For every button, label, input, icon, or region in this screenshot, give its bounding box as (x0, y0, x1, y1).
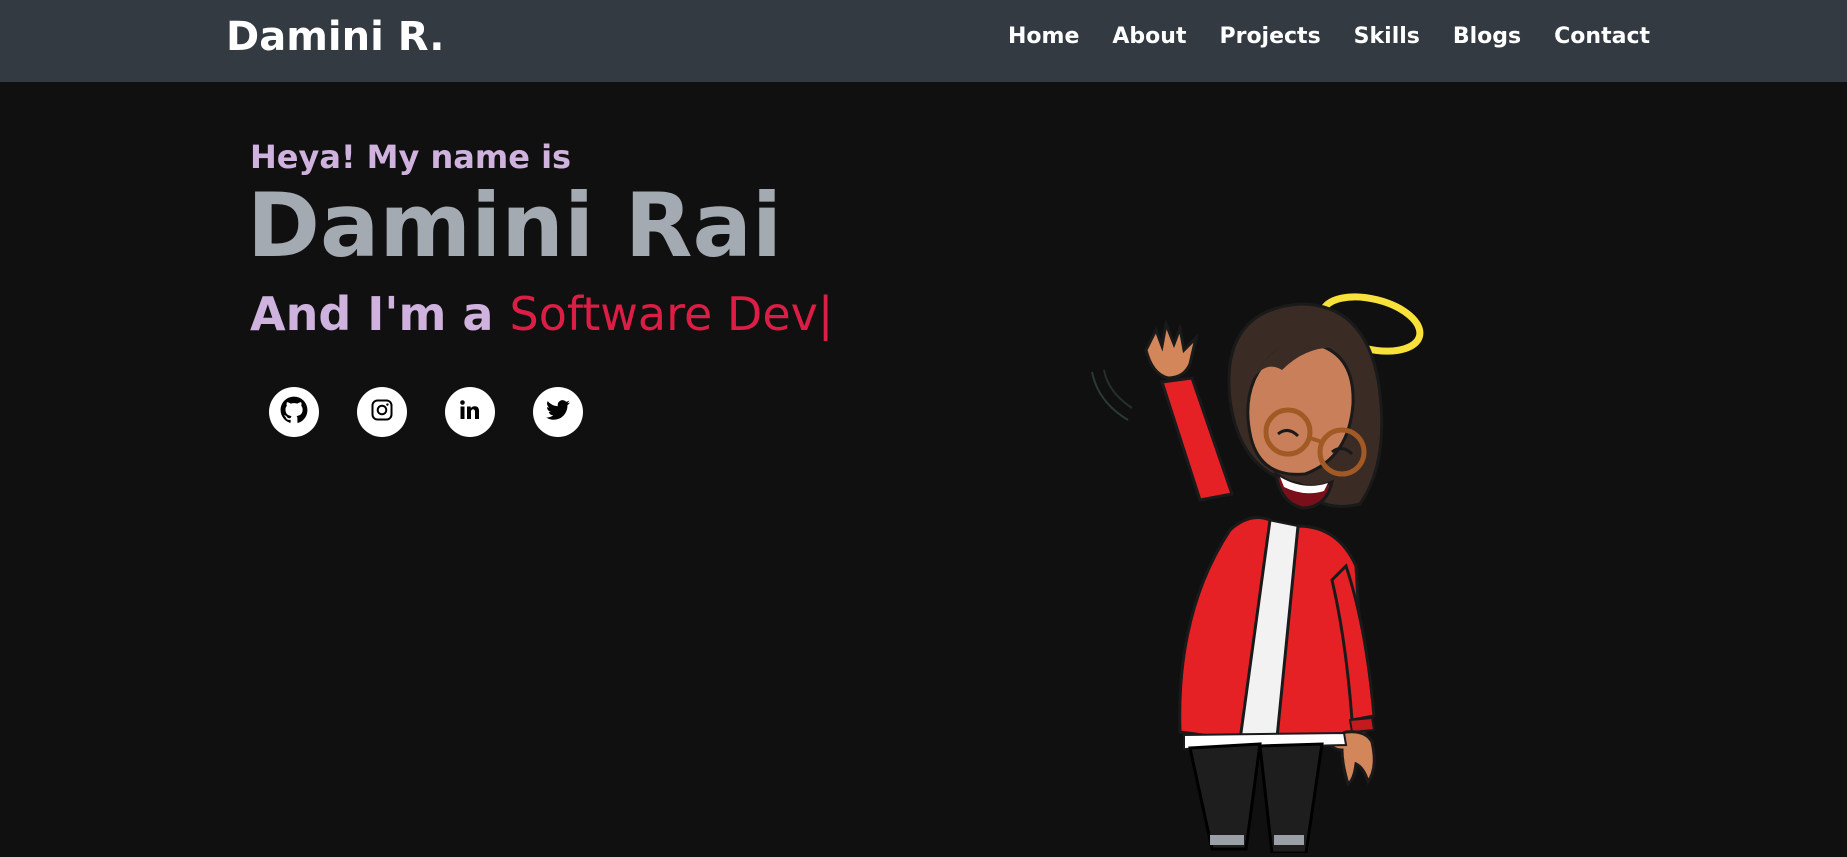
role-prefix: And I'm a (250, 287, 510, 341)
instagram-icon (370, 398, 394, 426)
avatar-illustration (1080, 280, 1440, 855)
github-link[interactable] (269, 387, 319, 437)
role-typed-text: Software Dev (509, 287, 818, 341)
hero-role: And I'm a Software Dev| (250, 286, 833, 342)
nav-link-about[interactable]: About (1112, 24, 1186, 49)
social-links (269, 387, 621, 437)
hero-section: Heya! My name is Damini Rai And I'm a So… (247, 138, 833, 342)
nav-link-skills[interactable]: Skills (1354, 24, 1420, 49)
nav-link-contact[interactable]: Contact (1554, 24, 1650, 49)
twitter-link[interactable] (533, 387, 583, 437)
typing-cursor: | (817, 287, 834, 341)
nav-link-projects[interactable]: Projects (1219, 24, 1320, 49)
instagram-link[interactable] (357, 387, 407, 437)
twitter-icon (545, 397, 571, 427)
hero-name: Damini Rai (247, 174, 783, 277)
github-icon (280, 396, 308, 428)
navbar: Damini R. Home About Projects Skills Blo… (0, 0, 1847, 82)
linkedin-link[interactable] (445, 387, 495, 437)
hero-greeting: Heya! My name is (250, 138, 572, 176)
nav-link-blogs[interactable]: Blogs (1453, 24, 1521, 49)
nav-links: Home About Projects Skills Blogs Contact (975, 24, 1650, 49)
linkedin-icon (458, 398, 482, 426)
nav-link-home[interactable]: Home (1008, 24, 1079, 49)
brand-logo[interactable]: Damini R. (226, 14, 444, 60)
